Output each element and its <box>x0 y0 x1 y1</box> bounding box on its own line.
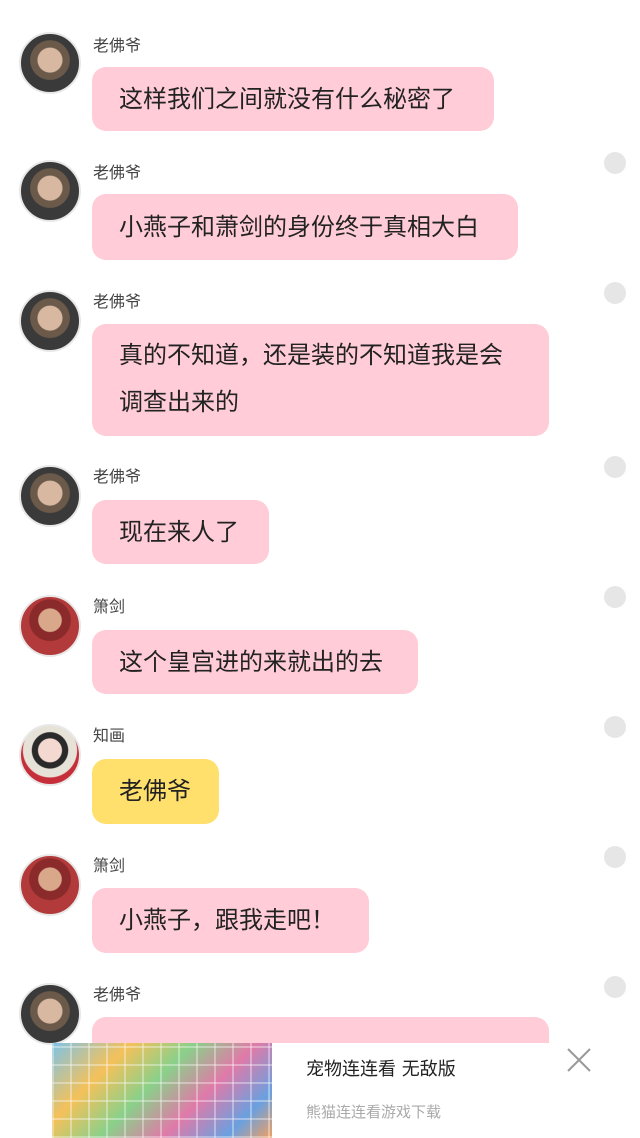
sender-name: 老佛爷 <box>93 163 142 182</box>
avatar[interactable] <box>19 32 81 94</box>
avatar[interactable] <box>19 854 81 916</box>
avatar[interactable] <box>19 160 81 222</box>
message-bubble[interactable]: 这样我们之间就没有什么秘密了 <box>92 67 494 131</box>
status-dot <box>604 456 626 478</box>
sender-name: 箫剑 <box>93 856 126 875</box>
sender-name: 箫剑 <box>93 597 126 616</box>
status-dot <box>604 586 626 608</box>
message-bubble[interactable]: 老佛爷 <box>92 759 219 824</box>
message-bubble[interactable]: 小燕子，跟我走吧！ <box>92 888 369 953</box>
status-dot <box>604 846 626 868</box>
sender-name: 老佛爷 <box>93 36 142 55</box>
message-bubble[interactable]: 这个皇宫进的来就出的去 <box>92 630 418 694</box>
ad-title[interactable]: 宠物连连看 无敌版 <box>306 1059 456 1081</box>
avatar[interactable] <box>19 983 81 1045</box>
status-dot <box>604 716 626 738</box>
close-icon[interactable] <box>562 1043 596 1077</box>
status-dot <box>604 282 626 304</box>
avatar[interactable] <box>19 290 81 352</box>
avatar[interactable] <box>19 724 81 786</box>
message-bubble[interactable]: 真的不知道，还是装的不知道我是会 调查出来的 <box>92 324 549 436</box>
message-bubble[interactable]: 现在来人了 <box>92 500 269 564</box>
status-dot <box>604 152 626 174</box>
avatar[interactable] <box>19 465 81 527</box>
avatar[interactable] <box>19 595 81 657</box>
sender-name: 老佛爷 <box>93 985 142 1004</box>
ad-banner[interactable]: 宠物连连看 无敌版 熊猫连连看游戏下载 <box>52 1043 640 1138</box>
status-dot <box>604 976 626 998</box>
sender-name: 老佛爷 <box>93 467 142 486</box>
sender-name: 老佛爷 <box>93 292 142 311</box>
ad-thumbnail[interactable] <box>52 1043 272 1138</box>
ad-subtitle[interactable]: 熊猫连连看游戏下载 <box>306 1103 441 1121</box>
sender-name: 知画 <box>93 726 126 745</box>
message-bubble[interactable]: 小燕子和萧剑的身份终于真相大白 <box>92 194 518 260</box>
chat-thread: 老佛爷 这样我们之间就没有什么秘密了 老佛爷 小燕子和萧剑的身份终于真相大白 老… <box>0 0 640 1138</box>
